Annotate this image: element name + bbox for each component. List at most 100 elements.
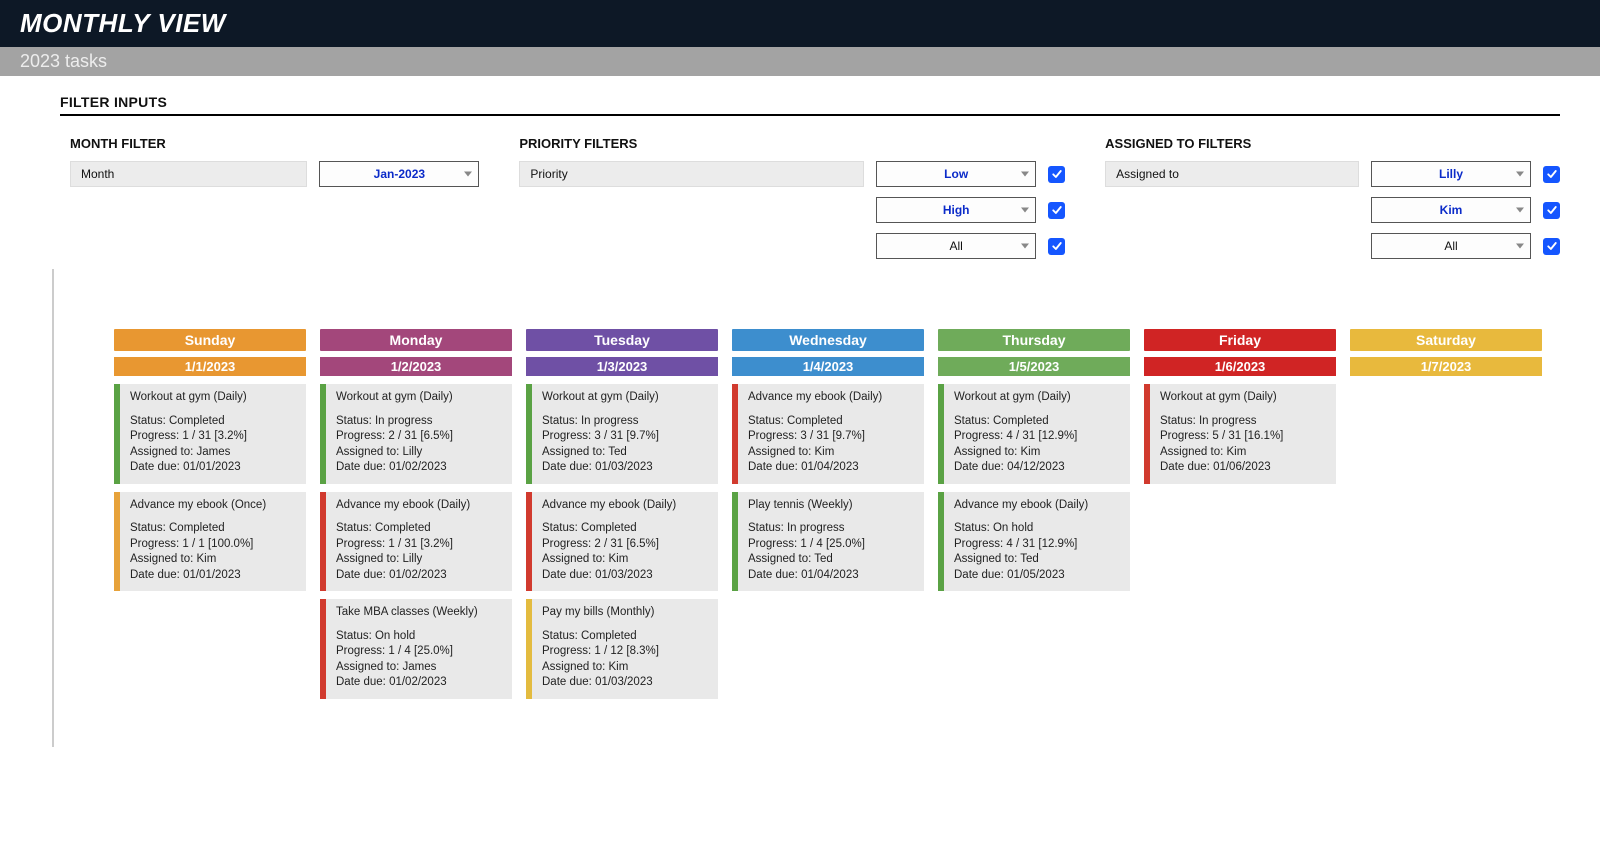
task-assigned: Assigned to: James bbox=[336, 660, 504, 676]
task-status: Status: Completed bbox=[336, 521, 504, 537]
task-card[interactable]: Advance my ebook (Daily)Status: On holdP… bbox=[938, 492, 1130, 592]
task-due: Date due: 01/02/2023 bbox=[336, 568, 504, 584]
day-date: 1/4/2023 bbox=[732, 357, 924, 376]
day-column: Wednesday 1/4/2023 Advance my ebook (Daily… bbox=[732, 329, 924, 599]
task-due: Date due: 01/06/2023 bbox=[1160, 460, 1328, 476]
task-due: Date due: 04/12/2023 bbox=[954, 460, 1122, 476]
task-status: Status: Completed bbox=[748, 414, 916, 430]
day-date: 1/1/2023 bbox=[114, 357, 306, 376]
task-status: Status: In progress bbox=[1160, 414, 1328, 430]
task-status: Status: Completed bbox=[542, 629, 710, 645]
day-column: Friday1/6/2023Workout at gym (Daily)Stat… bbox=[1144, 329, 1336, 492]
task-card[interactable]: Workout at gym (Daily)Status: In progres… bbox=[526, 384, 718, 484]
task-progress: Progress: 1 / 1 [100.0%] bbox=[130, 537, 298, 553]
task-progress: Progress: 5 / 31 [16.1%] bbox=[1160, 429, 1328, 445]
task-card[interactable]: Workout at gym (Daily)Status: In progres… bbox=[1144, 384, 1336, 484]
checkbox-checked[interactable] bbox=[1048, 166, 1065, 183]
filter-row-label: Assigned to bbox=[1105, 161, 1359, 187]
chevron-down-icon bbox=[1516, 172, 1524, 177]
chevron-down-icon bbox=[1021, 244, 1029, 249]
task-due: Date due: 01/04/2023 bbox=[748, 460, 916, 476]
filter-select[interactable]: All bbox=[1371, 233, 1531, 259]
task-title: Workout at gym (Daily) bbox=[954, 390, 1122, 406]
chevron-down-icon bbox=[1021, 172, 1029, 177]
filter-select[interactable]: High bbox=[876, 197, 1036, 223]
day-date: 1/3/2023 bbox=[526, 357, 718, 376]
day-header: Tuesday bbox=[526, 329, 718, 351]
task-assigned: Assigned to: Kim bbox=[542, 552, 710, 568]
filter-select-value: High bbox=[943, 203, 970, 217]
day-column: Saturday1/7/2023 bbox=[1350, 329, 1542, 384]
task-card[interactable]: Advance my ebook (Daily) Status: Complete… bbox=[526, 492, 718, 592]
task-assigned: Assigned to: Kim bbox=[1160, 445, 1328, 461]
task-title: Play tennis (Weekly) bbox=[748, 498, 916, 514]
checkbox-checked[interactable] bbox=[1048, 238, 1065, 255]
task-card[interactable]: Advance my ebook (Daily) Status: Complete… bbox=[320, 492, 512, 592]
task-progress: Progress: 1 / 4 [25.0%] bbox=[748, 537, 916, 553]
task-assigned: Assigned to: Lilly bbox=[336, 552, 504, 568]
task-progress: Progress: 1 / 12 [8.3%] bbox=[542, 644, 710, 660]
task-assigned: Assigned to: Ted bbox=[748, 552, 916, 568]
task-status: Status: Completed bbox=[542, 521, 710, 537]
task-card[interactable]: Workout at gym (Daily)Status: CompletedP… bbox=[114, 384, 306, 484]
task-assigned: Assigned to: Ted bbox=[954, 552, 1122, 568]
day-column: Tuesday1/3/2023Workout at gym (Daily)Sta… bbox=[526, 329, 718, 707]
task-progress: Progress: 3 / 31 [9.7%] bbox=[542, 429, 710, 445]
task-card[interactable]: Advance my ebook (Daily)Status: Complete… bbox=[732, 384, 924, 484]
filter-select-value: Low bbox=[944, 167, 968, 181]
checkbox-checked[interactable] bbox=[1543, 202, 1560, 219]
month-select[interactable]: Jan-2023 bbox=[319, 161, 479, 187]
task-card[interactable]: Workout at gym (Daily)Status: In progres… bbox=[320, 384, 512, 484]
task-title: Advance my ebook (Daily) bbox=[336, 498, 504, 514]
task-due: Date due: 01/01/2023 bbox=[130, 568, 298, 584]
day-column: Sunday 1/1/2023 Workout at gym (Daily)Stat… bbox=[114, 329, 306, 599]
month-filter-col: MONTH FILTER Month Jan-2023 bbox=[70, 136, 479, 269]
task-title: Advance my ebook (Daily) bbox=[954, 498, 1122, 514]
task-assigned: Assigned to: Kim bbox=[954, 445, 1122, 461]
day-header: Saturday bbox=[1350, 329, 1542, 351]
day-header: Wednesday bbox=[732, 329, 924, 351]
day-column: Thursday 1/5/2023 Workout at gym (Daily)St… bbox=[938, 329, 1130, 599]
task-due: Date due: 01/04/2023 bbox=[748, 568, 916, 584]
filter-select[interactable]: Low bbox=[876, 161, 1036, 187]
day-header: Thursday bbox=[938, 329, 1130, 351]
task-title: Pay my bills (Monthly) bbox=[542, 605, 710, 621]
task-assigned: Assigned to: Kim bbox=[748, 445, 916, 461]
task-card[interactable]: Play tennis (Weekly) Status: In progressP… bbox=[732, 492, 924, 592]
month-select-value: Jan-2023 bbox=[374, 167, 425, 181]
task-due: Date due: 01/02/2023 bbox=[336, 675, 504, 691]
task-progress: Progress: 1 / 31 [3.2%] bbox=[130, 429, 298, 445]
task-progress: Progress: 3 / 31 [9.7%] bbox=[748, 429, 916, 445]
checkbox-checked[interactable] bbox=[1543, 238, 1560, 255]
task-status: Status: In progress bbox=[748, 521, 916, 537]
task-card[interactable]: Take MBA classes (Weekly)Status: On hold… bbox=[320, 599, 512, 699]
assigned-filter-col: ASSIGNED TO FILTERS Assigned toLilly.Kim… bbox=[1105, 136, 1560, 269]
month-filter-label: Month bbox=[70, 161, 307, 187]
task-title: Advance my ebook (Daily) bbox=[542, 498, 710, 514]
task-status: Status: Completed bbox=[130, 521, 298, 537]
task-title: Workout at gym (Daily) bbox=[542, 390, 710, 406]
task-card[interactable]: Advance my ebook (Once) Status: Completed… bbox=[114, 492, 306, 592]
task-title: Advance my ebook (Once) bbox=[130, 498, 298, 514]
day-header: Sunday bbox=[114, 329, 306, 351]
task-status: Status: On hold bbox=[336, 629, 504, 645]
filter-select[interactable]: Kim bbox=[1371, 197, 1531, 223]
page-subtitle: 2023 tasks bbox=[0, 47, 1600, 76]
task-progress: Progress: 2 / 31 [6.5%] bbox=[336, 429, 504, 445]
assigned-filter-heading: ASSIGNED TO FILTERS bbox=[1105, 136, 1560, 151]
task-card[interactable]: Workout at gym (Daily)Status: CompletedP… bbox=[938, 384, 1130, 484]
filter-select[interactable]: All bbox=[876, 233, 1036, 259]
task-card[interactable]: Pay my bills (Monthly) Status: CompletedP… bbox=[526, 599, 718, 699]
task-progress: Progress: 1 / 31 [3.2%] bbox=[336, 537, 504, 553]
checkbox-checked[interactable] bbox=[1543, 166, 1560, 183]
task-due: Date due: 01/01/2023 bbox=[130, 460, 298, 476]
day-date: 1/5/2023 bbox=[938, 357, 1130, 376]
filter-select[interactable]: Lilly bbox=[1371, 161, 1531, 187]
task-progress: Progress: 4 / 31 [12.9%] bbox=[954, 429, 1122, 445]
calendar-row: Sunday1/1/2023Workout at gym (Daily)Stat… bbox=[52, 269, 1600, 747]
filter-section-title: FILTER INPUTS bbox=[60, 94, 1560, 116]
chevron-down-icon bbox=[1021, 208, 1029, 213]
checkbox-checked[interactable] bbox=[1048, 202, 1065, 219]
task-due: Date due: 01/03/2023 bbox=[542, 675, 710, 691]
task-due: Date due: 01/03/2023 bbox=[542, 568, 710, 584]
